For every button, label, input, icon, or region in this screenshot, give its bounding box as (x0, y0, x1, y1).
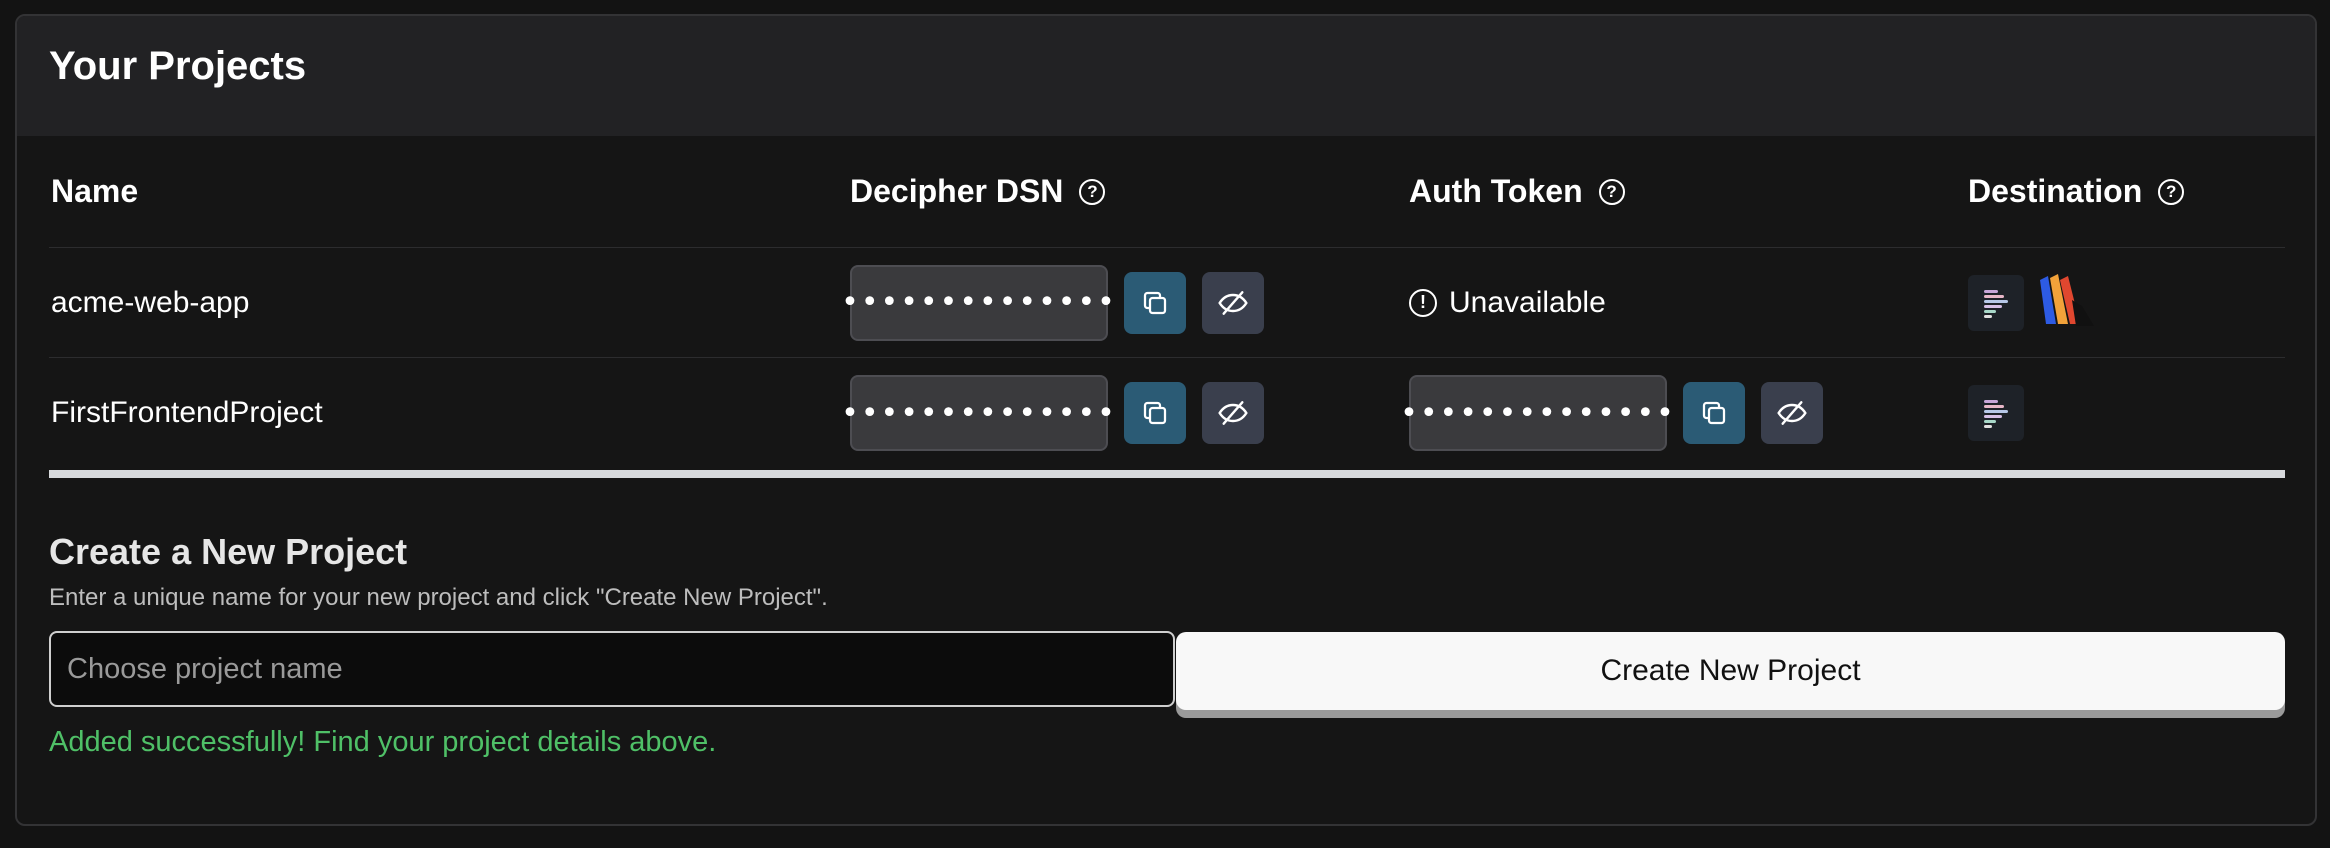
auth-token-status-text: Unavailable (1449, 285, 1606, 319)
help-icon[interactable]: ? (1598, 178, 1625, 205)
create-project-description: Enter a unique name for your new project… (49, 584, 828, 611)
create-project-button[interactable]: Create New Project (1176, 632, 2285, 710)
eye-off-icon (1218, 290, 1248, 315)
column-header-auth-token: Auth Token (1409, 173, 1583, 209)
project-name: FirstFrontendProject (51, 396, 323, 429)
column-header-destination: Destination (1968, 173, 2143, 209)
toggle-dsn-visibility-button[interactable] (1202, 382, 1264, 444)
decipher-logo-icon[interactable] (1968, 274, 2024, 331)
projects-panel: Your Projects Name Decipher DSN ? Auth T… (15, 14, 2317, 826)
copy-icon (1702, 401, 1726, 425)
auth-token-masked-field: •••••••••••••• (1400, 375, 1674, 451)
eye-off-icon (1777, 401, 1807, 425)
table-header-row: Name Decipher DSN ? Auth Token ? Destina… (49, 136, 2285, 248)
column-header-dsn: Decipher DSN (850, 173, 1064, 209)
project-name: acme-web-app (51, 285, 250, 319)
table-row: acme-web-app •••••••••••••• ! Unavailabl… (49, 248, 2285, 358)
copy-auth-token-button[interactable] (1683, 382, 1745, 444)
copy-dsn-button[interactable] (1124, 271, 1186, 334)
create-project-title: Create a New Project (49, 531, 408, 572)
success-message: Added successfully! Find your project de… (49, 726, 717, 758)
toggle-auth-token-visibility-button[interactable] (1761, 382, 1823, 444)
panel-header: Your Projects (17, 16, 2315, 136)
decipher-logo-icon[interactable] (1968, 385, 2024, 441)
dsn-masked-field: •••••••••••••• (841, 375, 1115, 451)
page-title: Your Projects (49, 43, 307, 88)
help-icon[interactable]: ? (1079, 178, 1106, 205)
table-row: FirstFrontendProject •••••••••••••• ••••… (49, 358, 2285, 468)
eye-off-icon (1218, 401, 1248, 425)
help-icon[interactable]: ? (2158, 178, 2185, 205)
section-divider (49, 470, 2285, 478)
project-name-input[interactable] (49, 631, 1175, 707)
projects-table: Name Decipher DSN ? Auth Token ? Destina… (49, 136, 2285, 468)
alert-icon: ! (1409, 288, 1437, 317)
column-header-name: Name (51, 173, 139, 209)
dsn-masked-field: •••••••••••••• (841, 264, 1115, 341)
copy-icon (1143, 401, 1167, 425)
toggle-dsn-visibility-button[interactable] (1202, 271, 1264, 334)
striped-logo-icon[interactable] (2038, 272, 2096, 333)
copy-dsn-button[interactable] (1124, 382, 1186, 444)
auth-token-status: ! Unavailable (1409, 286, 1606, 320)
copy-icon (1143, 291, 1167, 314)
